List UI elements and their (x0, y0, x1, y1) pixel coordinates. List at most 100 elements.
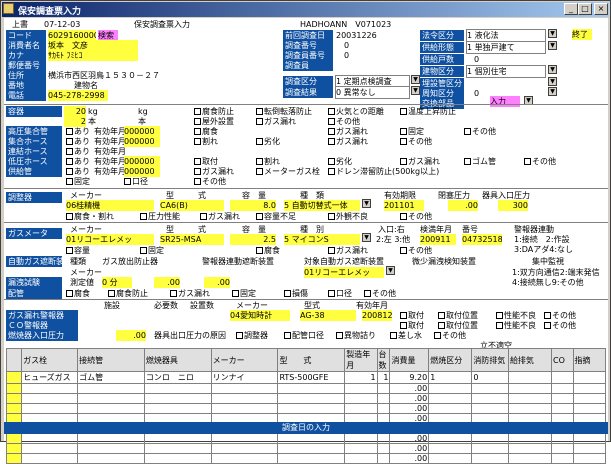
lo-check[interactable]: その他 (524, 156, 556, 167)
reg-check[interactable]: 圧力性能 (140, 211, 180, 222)
cell-c6[interactable] (344, 443, 378, 454)
cell-c1[interactable] (21, 453, 79, 464)
cell[interactable] (572, 443, 607, 454)
cell-c2[interactable] (77, 403, 145, 414)
chevron-down-icon[interactable]: ▼ (362, 233, 371, 242)
cell[interactable] (572, 433, 607, 444)
input-button[interactable]: 入力 (490, 96, 520, 107)
table-row[interactable]: .00 (5, 433, 607, 444)
meter-no[interactable]: 04732518 (462, 234, 502, 245)
cell-c1[interactable] (21, 393, 79, 404)
cell[interactable] (507, 383, 553, 394)
reg-check[interactable]: 腐食・割れ (66, 211, 114, 222)
reg-maker[interactable]: 06桂精機 (66, 200, 154, 211)
cell-c7[interactable] (376, 383, 391, 394)
sp-check[interactable]: ドレン滞留防止(500kg以上) (328, 166, 439, 177)
cell[interactable] (507, 393, 553, 404)
cell-c2[interactable] (77, 433, 145, 444)
cell-c8[interactable]: .00 (389, 443, 430, 454)
cell-c6[interactable]: 1 (344, 371, 378, 384)
end-button[interactable]: 終了 (572, 29, 592, 40)
cell-c9[interactable] (428, 383, 473, 394)
gas-alarm-model[interactable]: AG-38 (300, 310, 356, 321)
chevron-down-icon[interactable]: ▼ (411, 75, 420, 84)
cell-c1[interactable] (21, 433, 79, 444)
cell-c10[interactable] (471, 443, 509, 454)
cell-c10[interactable] (471, 433, 509, 444)
burner-press[interactable]: .00 (116, 330, 146, 341)
cell-c7[interactable] (376, 433, 391, 444)
sp-check[interactable]: その他 (194, 176, 226, 187)
cell-c4[interactable] (210, 403, 279, 414)
cell-c8[interactable]: .00 (389, 383, 430, 394)
cell-c6[interactable] (344, 393, 378, 404)
cell-c5[interactable] (277, 443, 346, 454)
cell-c10[interactable]: 0 (471, 371, 509, 384)
piping-check[interactable]: 口径 (328, 288, 352, 299)
cell-c9[interactable]: 1 (428, 371, 473, 384)
reg-kind[interactable]: 5 自動切替式一体 (284, 200, 360, 211)
auto-maker[interactable]: 01リコーエレメッ (304, 267, 384, 278)
row-select[interactable] (5, 453, 23, 464)
cell-c7[interactable] (376, 403, 391, 414)
meter-valid[interactable]: 200911 (420, 234, 456, 245)
table-row[interactable]: ヒューズガス ゴム管 コンロ ニロ リンナイ RTS-500GFE 1 1 9.20 1 0 (5, 371, 607, 384)
hp-check[interactable]: その他 (464, 126, 496, 137)
piping-check[interactable]: ガス漏れ (170, 288, 210, 299)
meter-kind[interactable]: 5 マイコンS (284, 234, 360, 245)
cell-c7[interactable] (376, 443, 391, 454)
cell-c5[interactable]: RTS-500GFE (277, 371, 346, 384)
chevron-down-icon[interactable]: ▼ (548, 77, 557, 86)
kana-field[interactable]: ｻｶﾓﾄ ﾌﾐﾋｺ (48, 50, 138, 61)
cell-c6[interactable] (344, 383, 378, 394)
table-row[interactable]: .00 (5, 393, 607, 404)
cell[interactable] (507, 433, 553, 444)
ch-check[interactable]: 劣化 (256, 136, 280, 147)
result-select[interactable]: 0 異常なし (335, 86, 410, 99)
cell-c1[interactable] (21, 443, 79, 454)
cell[interactable] (551, 453, 574, 464)
cell[interactable] (551, 403, 574, 414)
reg-check[interactable]: ガス漏れ (200, 211, 240, 222)
cell-c4[interactable] (210, 453, 279, 464)
cell-c10[interactable] (471, 453, 509, 464)
meter-model[interactable]: SR25-MSA (160, 234, 224, 245)
cell[interactable] (507, 443, 553, 454)
cause-check[interactable]: 調整器 (236, 330, 268, 341)
ch-valid[interactable]: 000000 (124, 136, 160, 147)
sp-check[interactable]: 口径 (124, 176, 148, 187)
cycle-field[interactable]: 0 (474, 88, 479, 99)
person-no-field[interactable]: 0 (344, 50, 349, 61)
tel-field[interactable]: 045-278-2998 (48, 90, 108, 101)
reg-press[interactable]: .00 (448, 200, 478, 211)
table-row[interactable]: .00 (5, 403, 607, 414)
row-select[interactable] (5, 383, 23, 394)
meter-check[interactable]: その他 (400, 245, 432, 256)
cell[interactable] (572, 383, 607, 394)
meter-check[interactable]: 容量 (66, 245, 90, 256)
cause-check[interactable]: 異物詰り (336, 330, 376, 341)
row-select[interactable] (5, 433, 23, 444)
vessel-check-5[interactable]: ガス漏れ (256, 116, 296, 127)
cell-c4[interactable] (210, 383, 279, 394)
row-select[interactable] (5, 403, 23, 414)
meter-check[interactable]: ガス漏れ (328, 245, 368, 256)
chevron-down-icon[interactable]: ▼ (548, 29, 557, 38)
cell-c9[interactable] (428, 453, 473, 464)
cell-c2[interactable]: ゴム管 (77, 371, 145, 384)
piping-check[interactable]: その他 (364, 288, 396, 299)
ch-check[interactable]: 割れ (194, 136, 218, 147)
cell-c9[interactable] (428, 403, 473, 414)
building-type-select[interactable]: 1 個別住宅 (466, 65, 546, 78)
cell-c10[interactable] (471, 383, 509, 394)
cell[interactable] (572, 403, 607, 414)
leak-v2[interactable]: .00 (204, 277, 230, 288)
row-select[interactable] (5, 443, 23, 454)
cause-check[interactable]: 配管口径 (284, 330, 324, 341)
cell[interactable] (507, 453, 553, 464)
cell-c4[interactable] (210, 433, 279, 444)
cell-c4[interactable] (210, 443, 279, 454)
piping-check[interactable]: 腐食 (66, 288, 90, 299)
cell[interactable] (551, 433, 574, 444)
table-row[interactable]: .00 (5, 453, 607, 464)
